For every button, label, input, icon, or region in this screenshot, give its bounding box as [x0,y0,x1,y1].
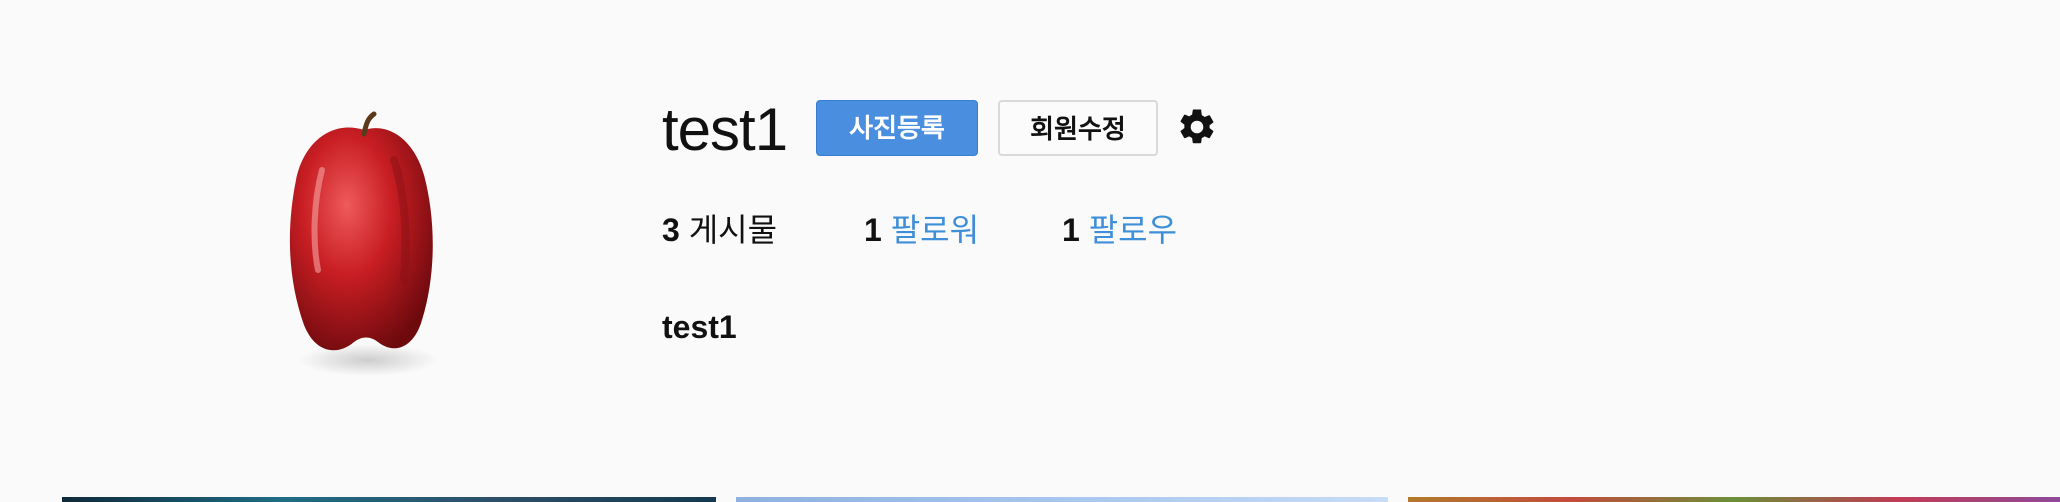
posts-label: 게시물 [688,212,778,248]
following-link[interactable]: 팔로우 [1089,212,1177,248]
stat-following[interactable]: 1 팔로우 [1062,208,1177,252]
posts-count: 3 [662,212,680,248]
post-thumbnail[interactable] [1408,497,2060,502]
profile-display-name: test1 [662,309,737,345]
following-count: 1 [1062,212,1080,248]
upload-photo-button[interactable]: 사진등록 [816,100,978,156]
post-thumbnail[interactable] [736,497,1388,502]
stat-posts: 3 게시물 [662,208,777,252]
post-thumbnail[interactable] [62,497,716,502]
profile-page: test1 사진등록 회원수정 3 게시물 1 팔로워 1 팔로우 test1 [0,0,2060,502]
followers-count: 1 [864,212,882,248]
profile-avatar[interactable] [244,110,484,410]
followers-link[interactable]: 팔로워 [891,212,979,248]
gear-icon[interactable] [1176,106,1218,148]
stat-followers[interactable]: 1 팔로워 [864,208,979,252]
apple-avatar-image [289,111,438,376]
edit-profile-button[interactable]: 회원수정 [998,100,1158,156]
profile-username: test1 [662,96,788,163]
